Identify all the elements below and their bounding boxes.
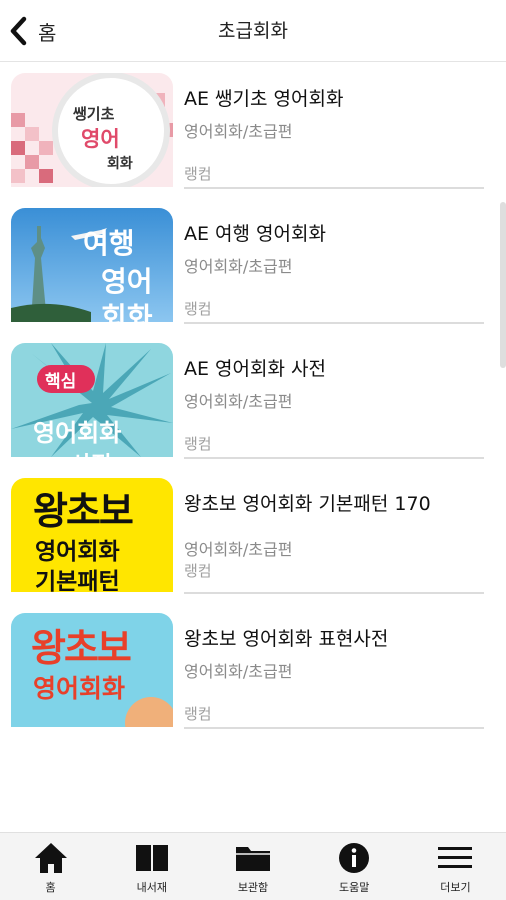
book-cover: 쌩기초 영어 회화 [11,73,173,187]
book-cover: 왕초보 영어회화 [11,613,173,727]
item-text: AE 영어회화 사전 영어회화/초급편 랭컴 [184,333,484,459]
item-title: 왕초보 영어회화 표현사전 [184,628,389,650]
cover-text: 영어회화 [35,539,120,565]
cover-text: 사전 [71,447,111,457]
tab-label: 도움말 [339,881,370,894]
page-title: 초급회화 [218,20,288,42]
cover-text: 영어 [81,127,120,151]
book-cover: 핵심 영어회화 사전 [11,343,173,457]
item-category: 영어회화/초급편 [184,122,293,141]
home-icon [34,843,67,873]
cover-text: 기본패턴 [35,569,120,592]
tab-label: 보관함 [237,881,269,894]
cover-text: 여행 [83,227,135,260]
item-category: 영어회화/초급편 [184,257,293,276]
cover-text: 회화 [101,301,153,322]
tab-label: 홈 [45,881,56,894]
bottom-tab-bar: 홈 내서재 보관함 도움말 더보기 [0,832,506,900]
item-category: 영어회화/초급편 [184,392,293,411]
item-publisher: 랭컴 [184,705,212,723]
book-icon [135,845,168,871]
item-category: 영어회화/초급편 [184,540,293,559]
book-cover: 여행 영어 회화 [11,208,173,322]
scroll-handle[interactable] [500,202,506,368]
list-item[interactable]: 여행 영어 회화 AE 여행 영어회화 영어회화/초급편 랭컴 [0,198,506,333]
tab-help[interactable]: 도움말 [304,833,405,900]
cover-text: 회화 [107,156,133,172]
item-text: 왕초보 영어회화 표현사전 영어회화/초급편 랭컴 [184,603,484,729]
cover-text: 쌩기초 [73,105,115,123]
info-icon [339,843,370,873]
book-list: 쌩기초 영어 회화 AE 쌩기초 영어회화 영어회화/초급편 랭컴 여행 영어 … [0,63,506,738]
item-title: AE 여행 영어회화 [184,223,326,245]
tab-label: 내서재 [136,881,167,894]
item-text: 왕초보 영어회화 기본패턴 170 영어회화/초급편 랭컴 [184,468,484,594]
tab-more[interactable]: 더보기 [405,833,506,900]
book-cover: 왕초보 영어회화 기본패턴 [11,478,173,592]
list-item[interactable]: 왕초보 영어회화 기본패턴 왕초보 영어회화 기본패턴 170 영어회화/초급편… [0,468,506,603]
list-item[interactable]: 왕초보 영어회화 왕초보 영어회화 표현사전 영어회화/초급편 랭컴 [0,603,506,738]
item-publisher: 랭컴 [184,300,212,318]
item-title: AE 쌩기초 영어회화 [184,88,344,110]
header: 홈 초급회화 [0,0,506,62]
tab-library[interactable]: 내서재 [101,833,202,900]
cover-text: 왕초보 [33,489,134,533]
tab-label: 더보기 [440,881,471,894]
list-item[interactable]: 핵심 영어회화 사전 AE 영어회화 사전 영어회화/초급편 랭컴 [0,333,506,468]
item-publisher: 랭컴 [184,562,212,580]
item-title: 왕초보 영어회화 기본패턴 170 [184,493,431,515]
item-publisher: 랭컴 [184,435,212,453]
menu-icon [438,847,473,868]
item-text: AE 쌩기초 영어회화 영어회화/초급편 랭컴 [184,63,484,189]
folder-icon [236,847,270,871]
item-category: 영어회화/초급편 [184,662,293,681]
cover-text: 영어회화 [33,674,126,703]
tab-home[interactable]: 홈 [0,833,101,900]
item-title: AE 영어회화 사전 [184,358,326,380]
item-publisher: 랭컴 [184,165,212,183]
cover-text: 핵심 [45,372,77,392]
tab-storage[interactable]: 보관함 [202,833,303,900]
list-item[interactable]: 쌩기초 영어 회화 AE 쌩기초 영어회화 영어회화/초급편 랭컴 [0,63,506,198]
cover-text: 영어회화 [33,419,122,447]
cover-text: 왕초보 [31,626,132,670]
cover-text: 영어 [101,265,153,298]
item-text: AE 여행 영어회화 영어회화/초급편 랭컴 [184,198,484,324]
